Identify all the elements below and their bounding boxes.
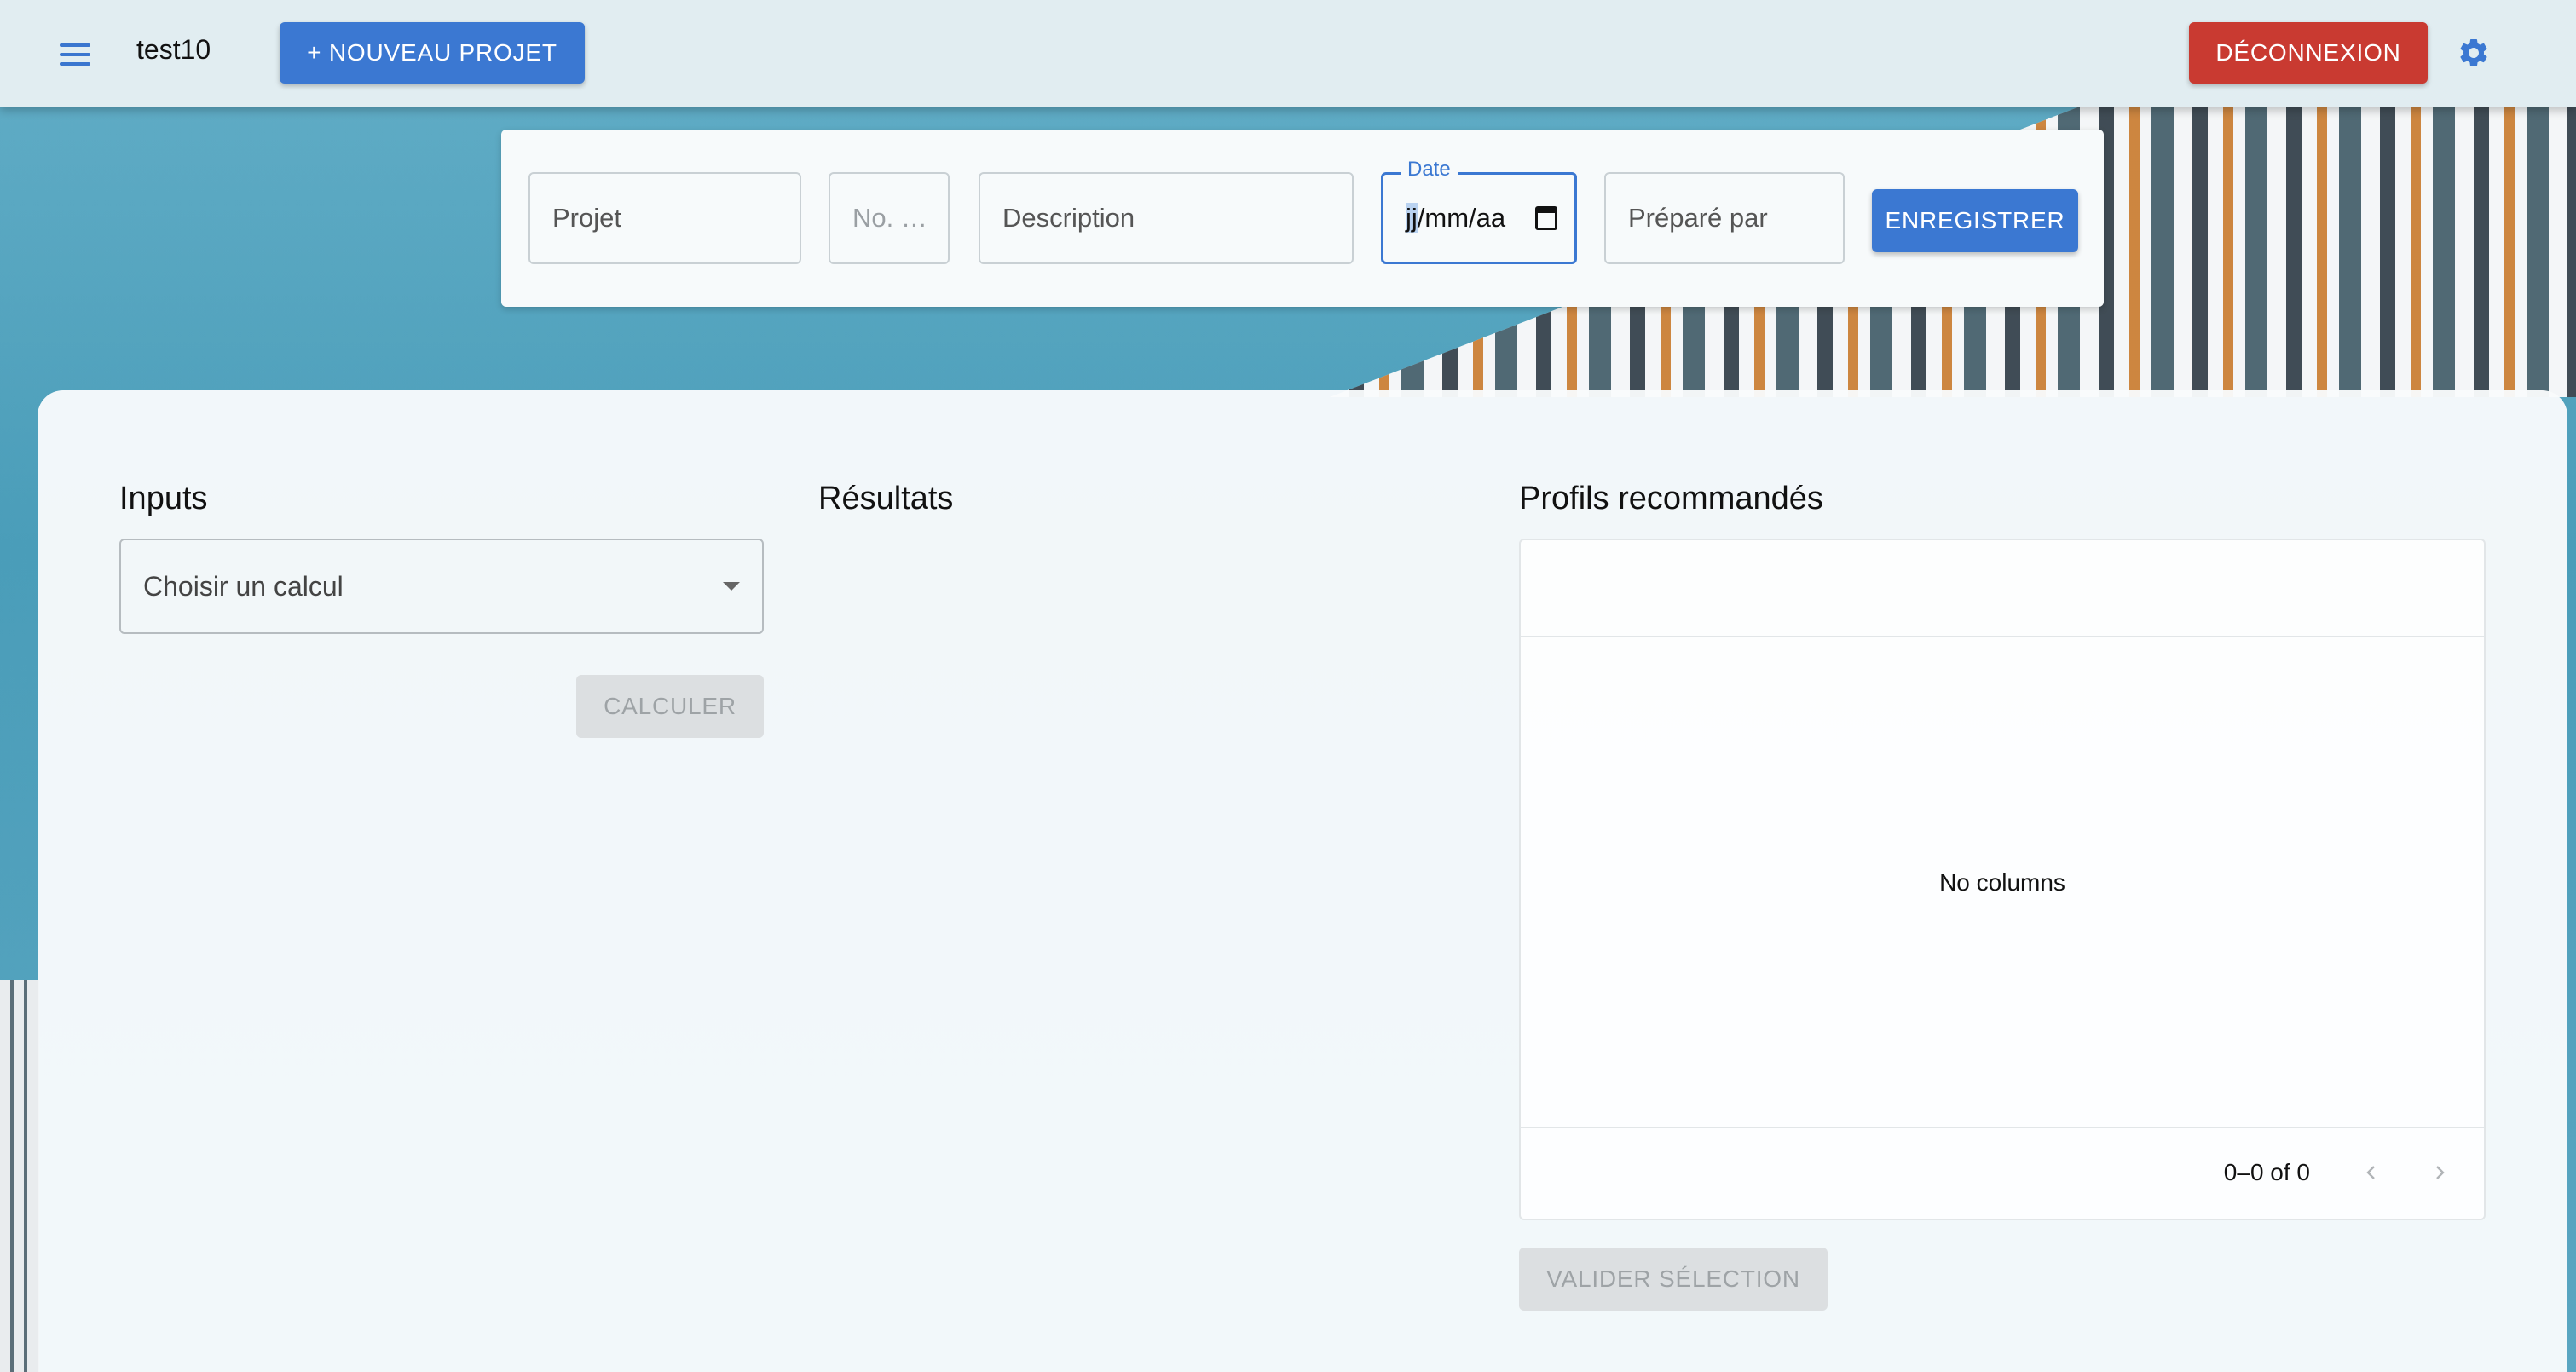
prepared-by-field[interactable]: Préparé par: [1604, 172, 1845, 264]
calculation-select-placeholder: Choisir un calcul: [143, 570, 344, 602]
date-rest-segment[interactable]: /mm/aa: [1418, 203, 1505, 233]
profiles-title: Profils recommandés: [1519, 481, 1823, 516]
pagination-text: 0–0 of 0: [2223, 1159, 2310, 1185]
chevron-right-icon[interactable]: [2421, 1154, 2458, 1191]
dropdown-caret-icon: [723, 582, 740, 591]
background-left-building: [0, 980, 39, 1372]
top-app-bar: test10 + NOUVEAU PROJET DÉCONNEXION: [0, 0, 2576, 107]
description-field[interactable]: Description: [979, 172, 1354, 264]
inputs-title: Inputs: [119, 481, 208, 516]
results-title: Résultats: [818, 481, 954, 516]
grid-footer: 0–0 of 0: [1521, 1127, 2484, 1219]
calculation-select[interactable]: Choisir un calcul: [119, 539, 764, 634]
main-panel: Inputs Choisir un calcul CALCULER Résult…: [38, 390, 2567, 1372]
date-day-segment[interactable]: jj: [1406, 203, 1418, 233]
save-button[interactable]: ENREGISTRER: [1872, 189, 2078, 252]
date-field-value: jj/mm/aa: [1406, 203, 1505, 233]
project-title: test10: [136, 34, 211, 65]
new-project-button[interactable]: + NOUVEAU PROJET: [280, 22, 585, 84]
grid-empty-message: No columns: [1939, 869, 2065, 896]
date-field[interactable]: Date jj/mm/aa: [1381, 158, 1577, 264]
project-form-card: Projet No. … Description Date jj/mm/aa P…: [501, 130, 2104, 307]
hamburger-menu-icon[interactable]: [51, 31, 99, 78]
calculate-button[interactable]: CALCULER: [576, 675, 764, 738]
project-number-field[interactable]: No. …: [829, 172, 950, 264]
grid-header: [1521, 540, 2484, 637]
logout-button[interactable]: DÉCONNEXION: [2189, 22, 2428, 84]
validate-selection-button[interactable]: VALIDER SÉLECTION: [1519, 1248, 1828, 1311]
projet-field[interactable]: Projet: [528, 172, 801, 264]
gear-icon[interactable]: [2457, 36, 2491, 70]
calendar-icon[interactable]: [1535, 206, 1557, 230]
chevron-left-icon[interactable]: [2353, 1154, 2390, 1191]
profiles-data-grid: No columns 0–0 of 0: [1519, 539, 2486, 1220]
date-field-label: Date: [1401, 158, 1458, 182]
